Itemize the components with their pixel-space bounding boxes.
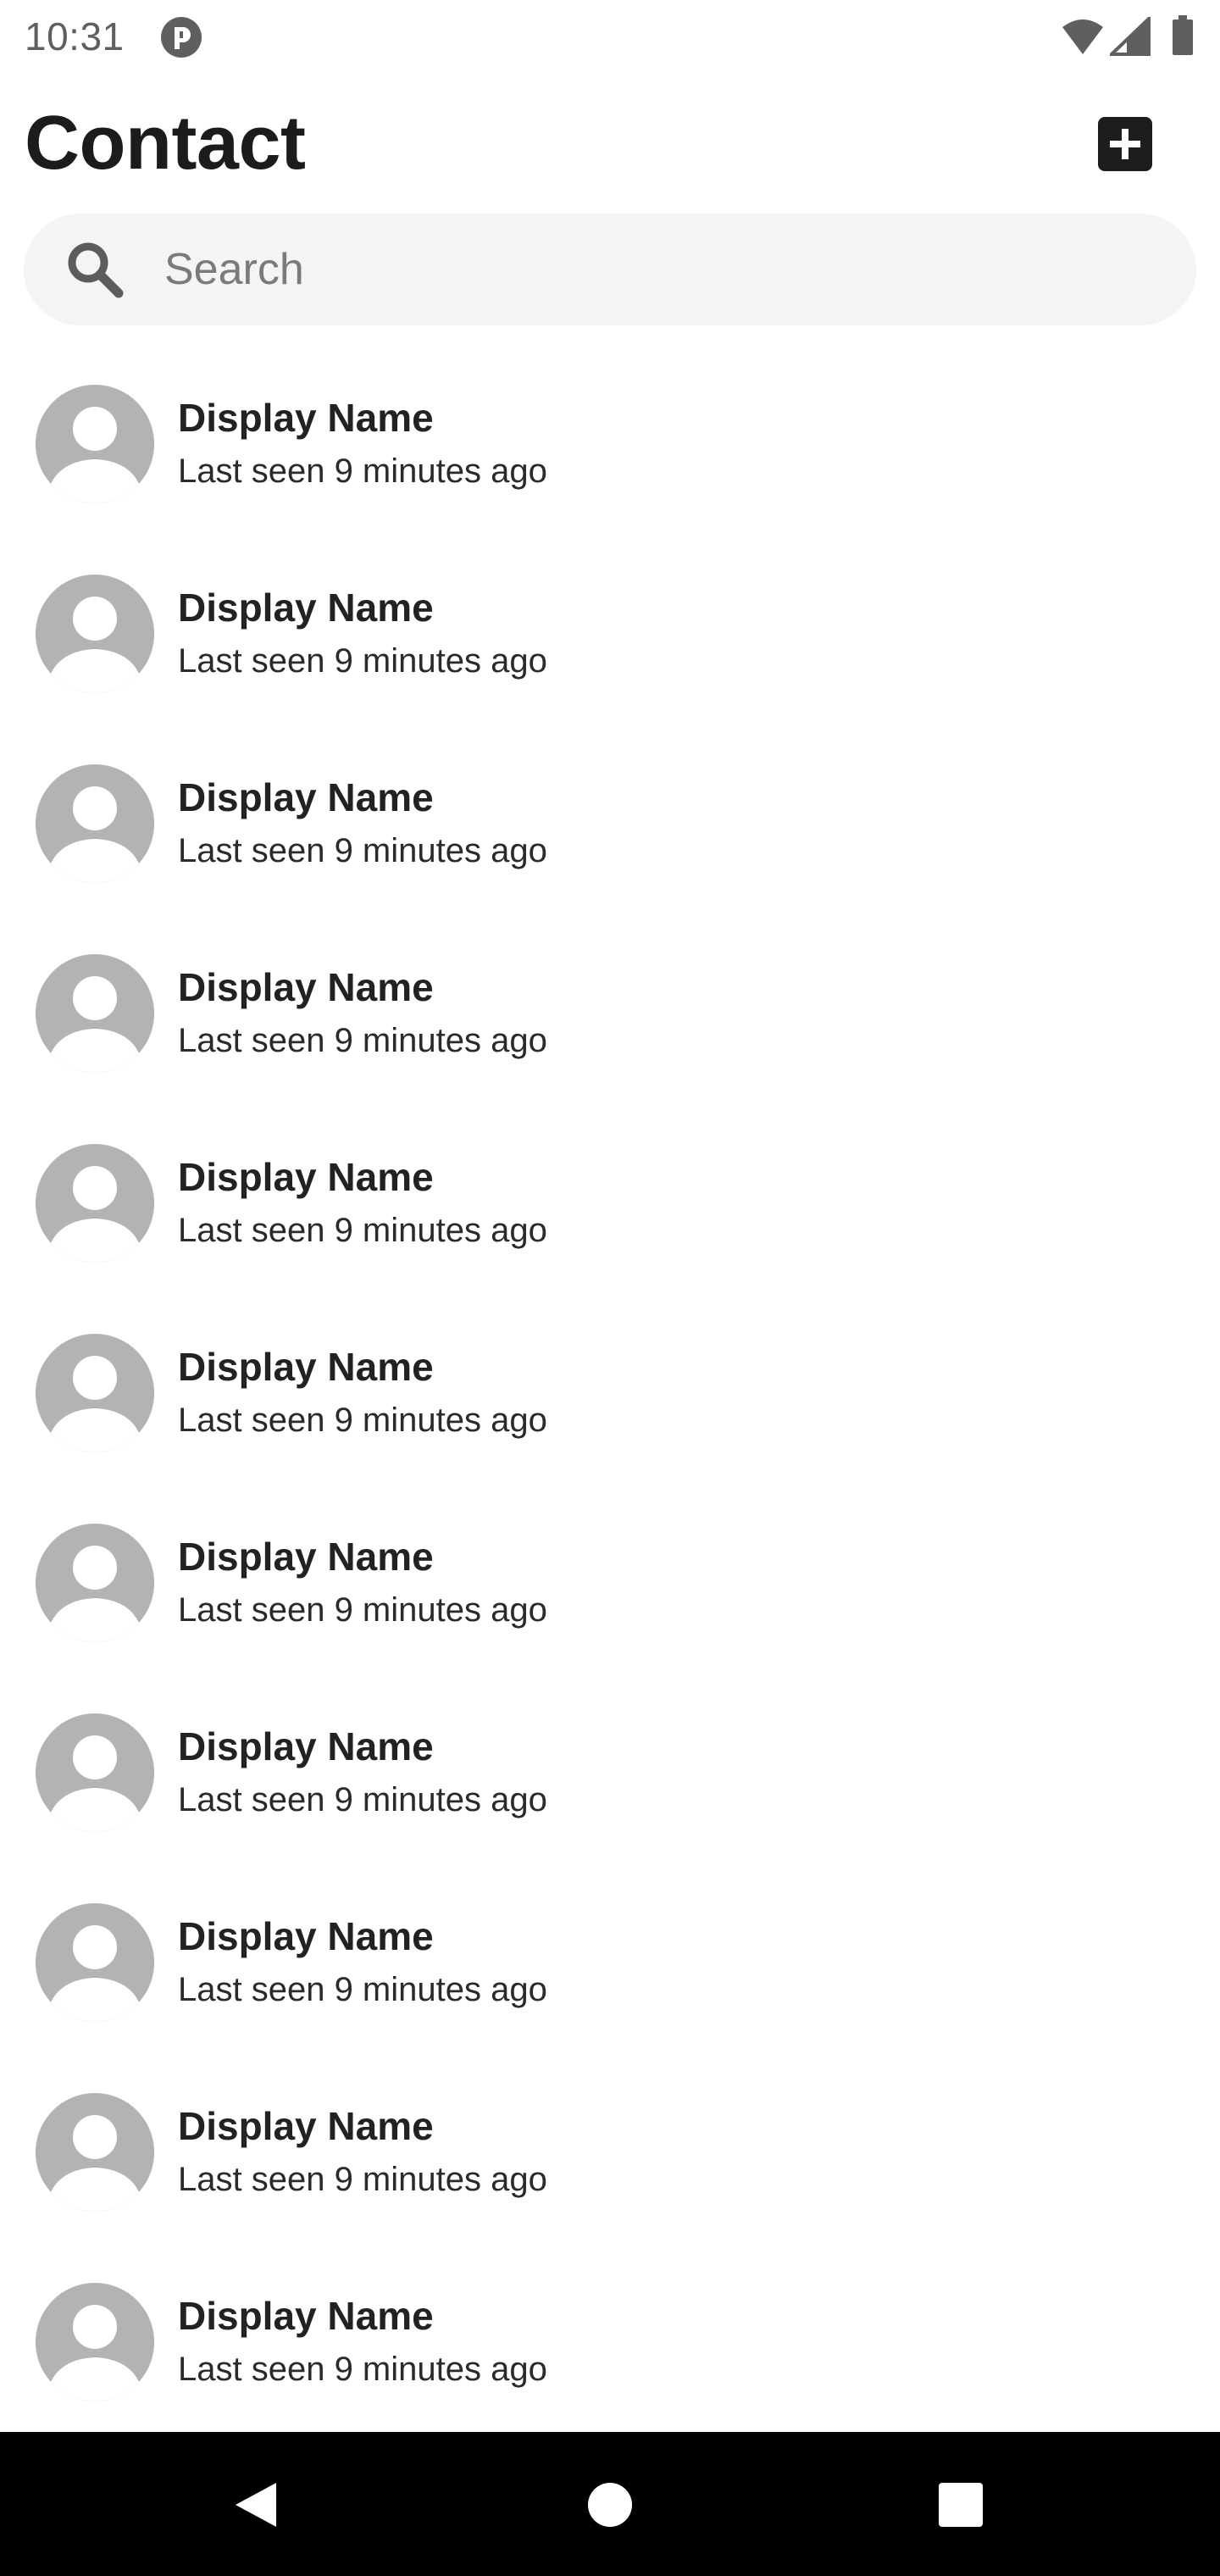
avatar bbox=[36, 2283, 154, 2401]
contact-name: Display Name bbox=[178, 1155, 434, 1199]
contact-last-seen: Last seen 9 minutes ago bbox=[178, 1402, 547, 1439]
person-placeholder-icon bbox=[36, 2093, 154, 2212]
cell-signal-icon bbox=[1107, 14, 1151, 56]
wifi-icon bbox=[1061, 17, 1105, 56]
navigation-bar bbox=[0, 2432, 1220, 2576]
home-icon[interactable] bbox=[586, 2481, 634, 2529]
avatar bbox=[36, 575, 154, 693]
status-time: 10:31 bbox=[25, 14, 125, 58]
avatar bbox=[36, 2093, 154, 2212]
person-placeholder-icon bbox=[36, 1903, 154, 2022]
app-notification-icon bbox=[159, 15, 203, 59]
page-title: Contact bbox=[25, 101, 306, 186]
person-placeholder-icon bbox=[36, 1713, 154, 1832]
avatar bbox=[36, 1713, 154, 1832]
contact-name: Display Name bbox=[178, 2104, 434, 2148]
contact-list-item[interactable]: Display Name Last seen 9 minutes ago bbox=[0, 1681, 1220, 1871]
contact-name: Display Name bbox=[178, 1914, 434, 1958]
person-placeholder-icon bbox=[36, 575, 154, 693]
person-placeholder-icon bbox=[36, 764, 154, 883]
avatar bbox=[36, 954, 154, 1073]
contact-name: Display Name bbox=[178, 2294, 434, 2338]
avatar bbox=[36, 1903, 154, 2022]
contact-last-seen: Last seen 9 minutes ago bbox=[178, 1022, 547, 1059]
back-icon[interactable] bbox=[230, 2479, 281, 2530]
contact-list-item[interactable]: Display Name Last seen 9 minutes ago bbox=[0, 542, 1220, 732]
contact-name: Display Name bbox=[178, 396, 434, 440]
search-icon bbox=[64, 239, 125, 300]
avatar bbox=[36, 1334, 154, 1452]
contact-last-seen: Last seen 9 minutes ago bbox=[178, 642, 547, 680]
contact-name: Display Name bbox=[178, 965, 434, 1009]
contact-list-item[interactable]: Display Name Last seen 9 minutes ago bbox=[0, 2251, 1220, 2440]
avatar bbox=[36, 1524, 154, 1642]
avatar bbox=[36, 1144, 154, 1263]
contact-last-seen: Last seen 9 minutes ago bbox=[178, 1212, 547, 1249]
contact-last-seen: Last seen 9 minutes ago bbox=[178, 2351, 547, 2388]
contact-list-item[interactable]: Display Name Last seen 9 minutes ago bbox=[0, 1112, 1220, 1302]
contact-name: Display Name bbox=[178, 1724, 434, 1768]
status-bar: 10:31 bbox=[0, 0, 1220, 73]
contact-list: Display Name Last seen 9 minutes ago Displ… bbox=[0, 353, 1220, 2440]
contact-list-item[interactable]: Display Name Last seen 9 minutes ago bbox=[0, 1491, 1220, 1681]
person-placeholder-icon bbox=[36, 1144, 154, 1263]
person-placeholder-icon bbox=[36, 2283, 154, 2401]
plus-square-icon bbox=[1110, 129, 1140, 159]
contact-list-item[interactable]: Display Name Last seen 9 minutes ago bbox=[0, 1871, 1220, 2061]
avatar bbox=[36, 764, 154, 883]
contact-name: Display Name bbox=[178, 775, 434, 819]
person-placeholder-icon bbox=[36, 1524, 154, 1642]
search-bar[interactable] bbox=[24, 214, 1196, 325]
person-placeholder-icon bbox=[36, 385, 154, 503]
contact-name: Display Name bbox=[178, 586, 434, 630]
contact-last-seen: Last seen 9 minutes ago bbox=[178, 452, 547, 490]
person-placeholder-icon bbox=[36, 1334, 154, 1452]
contact-last-seen: Last seen 9 minutes ago bbox=[178, 1781, 547, 1818]
contact-list-item[interactable]: Display Name Last seen 9 minutes ago bbox=[0, 1302, 1220, 1491]
contact-last-seen: Last seen 9 minutes ago bbox=[178, 1591, 547, 1629]
contact-list-item[interactable]: Display Name Last seen 9 minutes ago bbox=[0, 2061, 1220, 2251]
recents-icon[interactable] bbox=[937, 2481, 984, 2529]
contact-list-item[interactable]: Display Name Last seen 9 minutes ago bbox=[0, 922, 1220, 1112]
add-contact-button[interactable] bbox=[1098, 117, 1152, 171]
contact-list-item[interactable]: Display Name Last seen 9 minutes ago bbox=[0, 732, 1220, 922]
contact-last-seen: Last seen 9 minutes ago bbox=[178, 832, 547, 869]
contact-name: Display Name bbox=[178, 1345, 434, 1389]
person-placeholder-icon bbox=[36, 954, 154, 1073]
contact-list-item[interactable]: Display Name Last seen 9 minutes ago bbox=[0, 353, 1220, 542]
contact-last-seen: Last seen 9 minutes ago bbox=[178, 1971, 547, 2008]
contact-last-seen: Last seen 9 minutes ago bbox=[178, 2161, 547, 2198]
contact-name: Display Name bbox=[178, 1535, 434, 1579]
contact-screen: 10:31 Contact Search Display Name Last s… bbox=[0, 0, 1220, 2576]
avatar bbox=[36, 385, 154, 503]
search-input[interactable] bbox=[164, 239, 1164, 300]
battery-icon bbox=[1171, 15, 1195, 56]
